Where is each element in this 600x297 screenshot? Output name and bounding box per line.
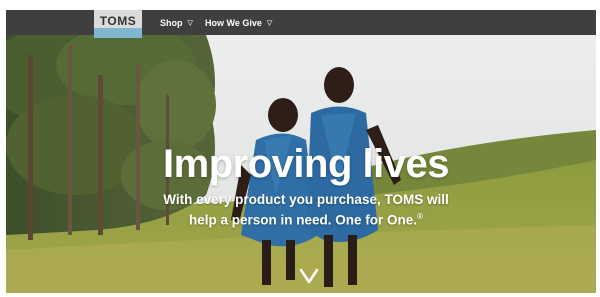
- scroll-down-button[interactable]: [298, 267, 320, 285]
- registered-mark: ®: [417, 212, 423, 221]
- nav-how-we-give[interactable]: How We Give ▽: [205, 17, 272, 29]
- hero-subtitle-line-1: With every product you purchase, TOMS wi…: [163, 192, 449, 207]
- browser-viewport: TOMS Shop ▽ How We Give ▽ Improving live…: [6, 10, 596, 293]
- nav-shop-label: Shop: [160, 18, 183, 28]
- hero-subtitle-line-2: help a person in need. One for One.®: [16, 208, 596, 229]
- top-navigation-bar: TOMS Shop ▽ How We Give ▽: [6, 10, 596, 38]
- hero-title: Improving lives: [163, 142, 449, 186]
- nav-how-we-give-label: How We Give: [205, 18, 262, 28]
- hero-subtitle: With every product you purchase, TOMS wi…: [6, 191, 596, 229]
- hero-banner: Improving lives With every product you p…: [6, 35, 596, 293]
- hero-subtitle-line-2-text: help a person in need. One for One.: [189, 212, 418, 228]
- toms-logo[interactable]: TOMS: [94, 10, 142, 38]
- chevron-down-icon: ▽: [187, 20, 193, 27]
- chevron-down-icon: ▽: [266, 20, 273, 27]
- chevron-down-icon: [299, 268, 319, 284]
- logo-blue-band: [94, 28, 142, 38]
- nav-shop[interactable]: Shop ▽: [160, 17, 193, 29]
- logo-text: TOMS: [99, 14, 137, 28]
